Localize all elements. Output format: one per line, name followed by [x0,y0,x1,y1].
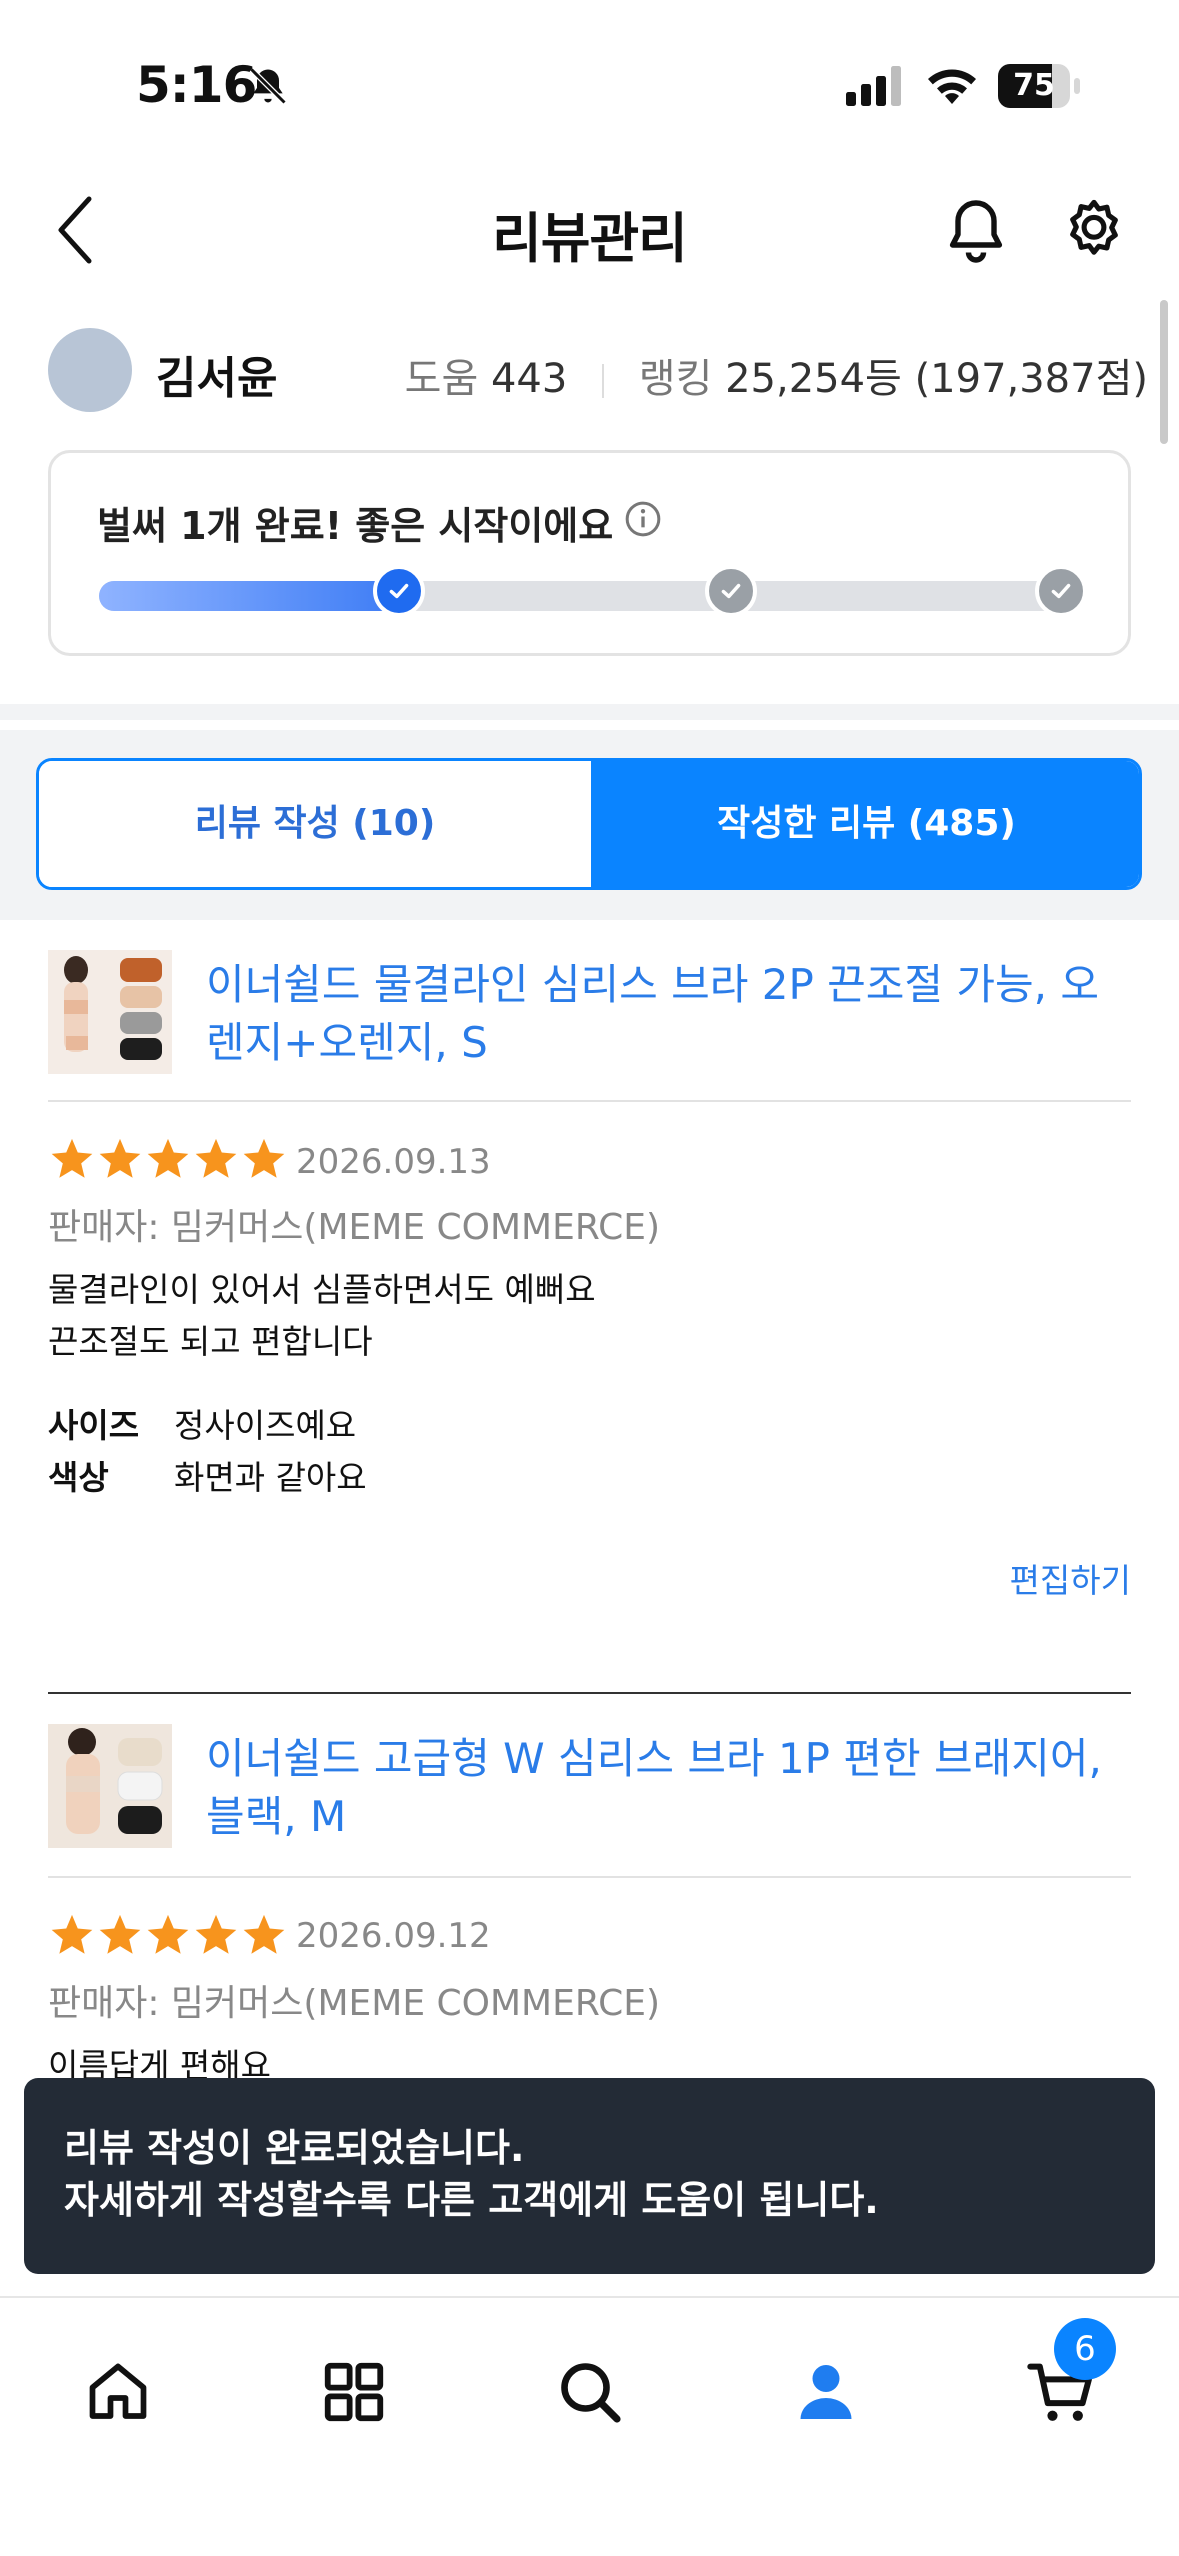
grid-icon [324,2362,384,2422]
progress-step-2 [705,565,757,617]
seller-name: 판매자: 밈커머스(MEME COMMERCE) [48,1207,661,1248]
user-name: 김서윤 [156,353,278,404]
nav-home[interactable] [70,2344,166,2440]
attribute-size: 사이즈 정사이즈예요 [48,1400,356,1452]
toast-line-1: 리뷰 작성이 완료되었습니다. [64,2126,525,2170]
review-item: 이너쉴드 고급형 W 심리스 브라 1P 편한 브래지어, 블랙, M 2026… [48,1724,1131,2085]
check-icon [721,583,741,599]
nav-my-page[interactable] [778,2344,874,2440]
star-icon [99,1138,141,1178]
toast-message: 리뷰 작성이 완료되었습니다. 자세하게 작성할수록 다른 고객에게 도움이 됩… [24,2078,1155,2274]
seller-name: 판매자: 밈커머스(MEME COMMERCE) [48,1983,661,2024]
review-body: 물결라인이 있어서 심플하면서도 예뻐요 끈조절도 되고 편합니다 [48,1270,596,1361]
product-divider [48,1100,1131,1102]
stats-divider [602,364,605,398]
progress-card: 벌써 1개 완료! 좋은 시작이에요 [48,450,1131,656]
review-date: 2026.09.12 [296,1916,491,1956]
review-tabs: 리뷰 작성 (10) 작성한 리뷰 (485) [36,758,1142,890]
attribute-color: 색상 화면과 같아요 [48,1452,367,1504]
help-label: 도움 [404,356,479,402]
rank-value: 25,254등 (197,387점) [725,356,1148,402]
home-icon [89,2363,147,2419]
tab-write-review[interactable]: 리뷰 작성 (10) [39,761,591,887]
check-icon [389,583,409,599]
star-rating [48,1136,288,1182]
header: 리뷰관리 [0,170,1179,290]
avatar[interactable] [48,328,132,412]
signal-icon [846,66,901,106]
product-image [48,950,172,1074]
bottom-nav: 6 [0,2296,1179,2556]
nav-categories[interactable] [306,2344,402,2440]
star-icon [51,1914,93,1954]
status-bar: 5:16 75 [0,0,1179,170]
user-icon [800,2365,852,2419]
progress-step-1 [373,565,425,617]
profile-summary: 김서윤 도움 443 랭킹 25,254등 (197,387점) [48,326,1148,416]
battery-icon: 75 [998,64,1080,108]
product-image [48,1724,172,1848]
star-icon [195,1138,237,1178]
star-icon [195,1914,237,1954]
nav-search[interactable] [542,2344,638,2440]
wifi-icon [928,69,976,104]
bell-off-icon [249,67,287,105]
progress-bar [99,581,1084,611]
rank-label: 랭킹 [638,356,713,402]
bell-icon[interactable] [940,194,1012,266]
progress-title: 벌써 1개 완료! 좋은 시작이에요 [97,504,614,548]
section-divider [0,704,1179,720]
star-icon [147,1914,189,1954]
check-icon [1051,583,1071,599]
user-stats: 도움 443 랭킹 25,254등 (197,387점) [405,346,1148,404]
product-thumbnail[interactable] [48,950,172,1074]
help-value: 443 [490,356,568,402]
status-time: 5:16 [136,56,257,114]
battery-level: 75 [1013,68,1055,103]
product-thumbnail[interactable] [48,1724,172,1848]
progress-step-3 [1035,565,1087,617]
edit-review-button[interactable]: 편집하기 [1010,1554,1131,1602]
attribute-value: 정사이즈예요 [174,1406,357,1445]
tabs-area: 리뷰 작성 (10) 작성한 리뷰 (485) [0,730,1179,920]
product-name[interactable]: 이너쉴드 물결라인 심리스 브라 2P 끈조절 가능, 오렌지+오렌지, S [206,956,1131,1072]
nav-cart[interactable]: 6 [1014,2318,1116,2440]
star-rating [48,1912,288,1958]
product-divider [48,1876,1131,1878]
star-icon [99,1914,141,1954]
attribute-key: 사이즈 [48,1406,140,1445]
star-icon [243,1914,285,1954]
progress-fill [99,581,405,611]
search-icon [561,2363,621,2423]
star-icon [243,1138,285,1178]
attribute-value: 화면과 같아요 [174,1458,367,1497]
toast-line-2: 자세하게 작성할수록 다른 고객에게 도움이 됩니다. [64,2178,879,2222]
review-date: 2026.09.13 [296,1142,491,1182]
gear-icon[interactable] [1058,194,1130,266]
scrollbar[interactable] [1160,300,1168,444]
review-item: 이너쉴드 물결라인 심리스 브라 2P 끈조절 가능, 오렌지+오렌지, S 2… [48,950,1131,1670]
cart-badge: 6 [1054,2318,1116,2380]
review-separator [48,1692,1131,1694]
info-icon[interactable] [623,499,663,539]
star-icon [147,1138,189,1178]
star-icon [51,1138,93,1178]
tab-written-reviews[interactable]: 작성한 리뷰 (485) [591,761,1139,887]
product-name[interactable]: 이너쉴드 고급형 W 심리스 브라 1P 편한 브래지어, 블랙, M [206,1730,1131,1846]
attribute-key: 색상 [48,1458,109,1497]
